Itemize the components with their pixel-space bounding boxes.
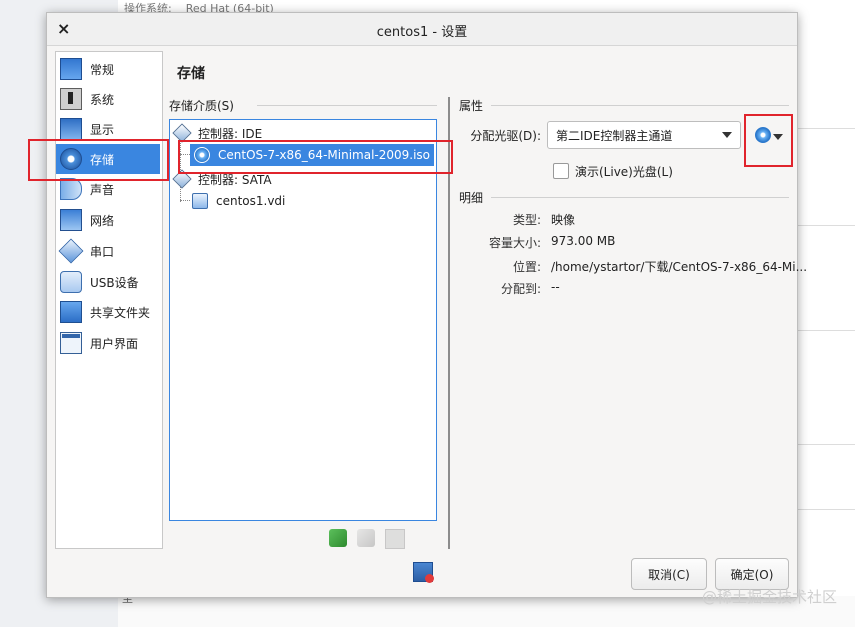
detail-type-value: 映像 bbox=[551, 213, 576, 227]
controller-icon bbox=[172, 123, 192, 143]
sidebar-item-display[interactable]: 显示 bbox=[56, 114, 160, 144]
settings-sidebar: 常规 系统 显示 存储 声音 网络 串口 USB设备 共享文件夹 用户界面 bbox=[55, 51, 163, 549]
sidebar-item-serial-port[interactable]: 串口 bbox=[56, 236, 160, 266]
sidebar-item-user-interface[interactable]: 用户界面 bbox=[56, 328, 160, 358]
dialog-title: centos1 - 设置 bbox=[376, 25, 468, 40]
sidebar-item-label: 显示 bbox=[90, 122, 115, 137]
sidebar-item-storage[interactable]: 存储 bbox=[56, 144, 160, 174]
remove-attachment-icon[interactable] bbox=[413, 562, 434, 583]
chevron-down-icon bbox=[773, 134, 783, 140]
serial-port-icon bbox=[58, 238, 84, 264]
sidebar-item-label: 声音 bbox=[90, 182, 115, 197]
optical-drive-label: 分配光驱(D): bbox=[470, 129, 541, 143]
display-icon bbox=[60, 118, 82, 140]
watermark: @稀土掘金技术社区 bbox=[701, 588, 837, 606]
usb-icon bbox=[60, 271, 82, 293]
chevron-down-icon bbox=[722, 132, 732, 138]
optical-drive-select[interactable]: 第二IDE控制器主通道 bbox=[547, 121, 741, 149]
optical-disk-icon bbox=[755, 127, 771, 143]
system-icon bbox=[60, 88, 82, 110]
sidebar-item-system[interactable]: 系统 bbox=[56, 84, 160, 114]
hard-disk-icon bbox=[192, 193, 208, 209]
sidebar-item-shared-folders[interactable]: 共享文件夹 bbox=[56, 297, 160, 327]
sidebar-item-label: 存储 bbox=[90, 152, 115, 167]
tree-item-label: centos1.vdi bbox=[216, 194, 286, 208]
tree-item-hard-disk[interactable]: centos1.vdi bbox=[192, 190, 285, 212]
properties-section-label: 属性 bbox=[459, 99, 484, 113]
detail-type-key: 类型: bbox=[512, 213, 541, 227]
add-attachment-icon[interactable] bbox=[385, 529, 405, 549]
storage-tree[interactable]: 控制器: IDE CentOS-7-x86_64-Minimal-2009.is… bbox=[169, 119, 437, 521]
sidebar-item-usb[interactable]: USB设备 bbox=[56, 267, 160, 297]
tree-item-label: 控制器: IDE bbox=[198, 126, 263, 141]
detail-location-key: 位置: bbox=[512, 260, 541, 274]
tree-item-label: CentOS-7-x86_64-Minimal-2009.iso bbox=[218, 148, 431, 162]
detail-attached-value: -- bbox=[551, 280, 560, 294]
splitter[interactable] bbox=[448, 97, 450, 549]
tree-item-controller-sata[interactable]: 控制器: SATA bbox=[172, 168, 272, 190]
settings-dialog: × centos1 - 设置 常规 系统 显示 存储 声音 网络 串口 USB设… bbox=[46, 12, 807, 598]
tree-item-label: 控制器: SATA bbox=[198, 172, 272, 187]
controller-icon bbox=[172, 169, 192, 189]
shared-folder-icon bbox=[60, 301, 82, 323]
sidebar-item-audio[interactable]: 声音 bbox=[56, 174, 160, 204]
section-divider bbox=[491, 105, 789, 106]
tree-item-controller-ide[interactable]: 控制器: IDE bbox=[172, 122, 263, 144]
detail-location-value: /home/ystartor/下载/CentOS-7-x86_64-Mi... bbox=[551, 260, 808, 274]
remove-controller-icon[interactable] bbox=[357, 529, 375, 547]
storage-section-label: 存储介质(S) bbox=[169, 99, 234, 113]
live-cd-checkbox[interactable] bbox=[553, 163, 569, 179]
tree-item-optical-disk[interactable]: CentOS-7-x86_64-Minimal-2009.iso bbox=[190, 144, 434, 166]
user-interface-icon bbox=[60, 332, 82, 354]
optical-drive-value: 第二IDE控制器主通道 bbox=[556, 128, 673, 143]
section-divider bbox=[491, 197, 789, 198]
detail-size-value: 973.00 MB bbox=[551, 234, 616, 248]
sidebar-item-label: 用户界面 bbox=[90, 336, 139, 351]
optical-disk-icon bbox=[194, 147, 210, 163]
cancel-button[interactable]: 取消(C) bbox=[631, 558, 707, 590]
details-section-label: 明细 bbox=[459, 191, 484, 205]
sidebar-item-label: 串口 bbox=[90, 244, 115, 259]
general-icon bbox=[60, 58, 82, 80]
page-title: 存储 bbox=[177, 66, 205, 82]
add-controller-icon[interactable] bbox=[329, 529, 347, 547]
sidebar-item-label: 系统 bbox=[90, 92, 115, 107]
detail-size-key: 容量大小: bbox=[488, 236, 541, 250]
sidebar-item-label: 网络 bbox=[90, 213, 115, 228]
storage-icon bbox=[60, 148, 82, 170]
live-cd-label[interactable]: 演示(Live)光盘(L) bbox=[575, 163, 673, 180]
network-icon bbox=[60, 209, 82, 231]
sidebar-item-network[interactable]: 网络 bbox=[56, 205, 160, 235]
detail-attached-key: 分配到: bbox=[500, 282, 541, 296]
sidebar-item-label: 常规 bbox=[90, 62, 115, 77]
section-divider bbox=[257, 105, 437, 106]
dialog-titlebar: × centos1 - 设置 bbox=[47, 13, 797, 46]
audio-icon bbox=[60, 178, 82, 200]
sidebar-item-label: 共享文件夹 bbox=[90, 305, 151, 320]
sidebar-item-general[interactable]: 常规 bbox=[56, 54, 160, 84]
choose-disk-button[interactable] bbox=[751, 123, 787, 149]
sidebar-item-label: USB设备 bbox=[90, 275, 139, 290]
